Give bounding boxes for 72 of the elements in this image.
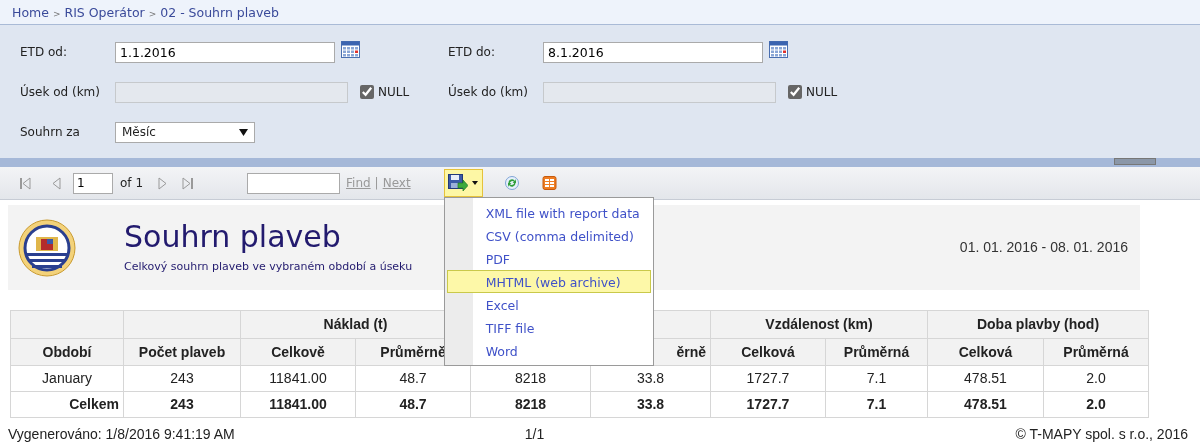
select-field[interactable]: Měsíc <box>115 121 255 143</box>
generated-timestamp: Vygenerováno: 1/8/2016 9:41:19 AM <box>8 425 235 444</box>
breadcrumb-separator: > <box>148 9 157 19</box>
breadcrumb-link[interactable]: RIS Operátor <box>64 5 145 20</box>
breadcrumb-link[interactable]: 02 - Souhrn plaveb <box>160 5 279 20</box>
next-page-icon[interactable] <box>155 176 169 190</box>
table-cell: 1727.7 <box>710 365 826 392</box>
column-header: Průměrná <box>825 338 928 366</box>
table-cell: 2.0 <box>1043 391 1149 418</box>
breadcrumb-separator: > <box>52 9 61 19</box>
checkbox-label: NULL <box>378 84 410 101</box>
field-label: ETD od: <box>20 44 68 61</box>
copyright-notice: © T-MAPY spol. s r.o., 2016 <box>1015 425 1188 444</box>
column-header: Celková <box>927 338 1044 366</box>
table-cell: 11841.00 <box>240 391 356 418</box>
column-header: Celková <box>710 338 826 366</box>
previous-page-icon[interactable] <box>50 176 64 190</box>
first-page-icon[interactable] <box>18 176 32 190</box>
table-cell: 48.7 <box>355 365 471 392</box>
page-number-field[interactable]: 1 <box>73 172 113 194</box>
menu-item[interactable]: CSV (comma delimited) <box>446 224 651 247</box>
report-title: Souhrn plaveb <box>124 219 342 253</box>
table-cell: 478.51 <box>927 391 1044 418</box>
table-cell: January <box>10 365 124 392</box>
dropdown-arrow-icon <box>239 128 248 136</box>
calendar-icon[interactable] <box>769 40 788 58</box>
table-cell: 7.1 <box>825 391 928 418</box>
table-cell: 243 <box>123 391 241 418</box>
table-cell: 243 <box>123 365 241 392</box>
report-subtitle: Celkový souhrn plaveb ve vybraném období a úseku <box>124 258 413 275</box>
group-header: Vzdálenost (km) <box>710 310 928 339</box>
table-cell: 33.8 <box>590 365 711 392</box>
date-range: 01. 01. 2016 - 08. 01. 2016 <box>959 238 1128 257</box>
table-cell: 8218 <box>470 365 591 392</box>
emblem-drawing <box>18 218 76 277</box>
table-cell: 1727.7 <box>710 391 826 418</box>
column-header: Průměrná <box>1043 338 1149 366</box>
table-cell: 48.7 <box>355 391 471 418</box>
print-layout-icon[interactable] <box>541 176 557 190</box>
table-cell: 8218 <box>470 391 591 418</box>
calendar-icon[interactable] <box>341 40 360 58</box>
column-header: Celkově <box>240 338 356 366</box>
group-header: Doba plavby (hod) <box>927 310 1149 339</box>
table-cell: 2.0 <box>1043 365 1149 392</box>
table-cell: 7.1 <box>825 365 928 392</box>
field-label: Úsek do (km) <box>448 83 529 101</box>
field-label: Úsek od (km) <box>20 83 101 101</box>
date-field[interactable]: 8.1.2016 <box>543 41 763 63</box>
last-page-icon[interactable] <box>181 176 195 190</box>
table-cell: Celkem <box>10 391 124 418</box>
caret-icon <box>472 181 479 185</box>
menu-item[interactable]: XML file with report data <box>446 201 651 224</box>
date-field[interactable]: 1.1.2016 <box>115 41 335 63</box>
breadcrumb-link[interactable]: Home <box>12 5 49 20</box>
field-label: ETD do: <box>448 44 496 61</box>
menu-item[interactable]: MHTML (web archive) <box>446 270 651 293</box>
page-count: of 1 <box>120 175 143 192</box>
menu-item[interactable]: PDF <box>446 247 651 270</box>
page-indicator: 1/1 <box>524 425 545 444</box>
find-field[interactable] <box>247 172 340 194</box>
field-label: Souhrn za <box>20 124 81 141</box>
column-header: Počet plaveb <box>123 338 241 366</box>
link-separator: | <box>374 175 379 192</box>
export-button[interactable] <box>443 169 483 197</box>
table-cell: 478.51 <box>927 365 1044 392</box>
collapse-handle[interactable] <box>1114 158 1156 165</box>
save-icon <box>448 174 469 192</box>
checkbox-label: NULL <box>806 84 838 101</box>
refresh-icon[interactable] <box>504 176 519 190</box>
table-cell: 33.8 <box>590 391 711 418</box>
column-header: Období <box>10 338 124 366</box>
table-cell: 11841.00 <box>240 365 356 392</box>
